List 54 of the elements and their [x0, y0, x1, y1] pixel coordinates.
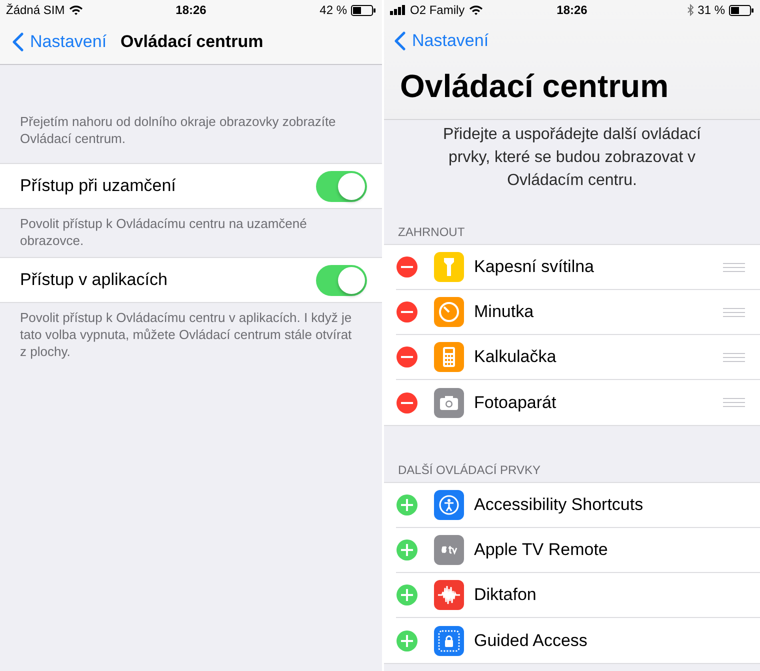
- control-label: Minutka: [474, 302, 535, 322]
- screen-title: Ovládací centrum: [399, 67, 670, 105]
- accessibility-icon: [434, 490, 464, 520]
- lock-icon: [434, 626, 464, 656]
- control-label: Kapesní svítilna: [474, 257, 596, 277]
- control-label: Diktafon: [474, 585, 538, 605]
- control-label: Kalkulačka: [474, 347, 558, 367]
- control-label: Fotoaparát: [474, 392, 558, 412]
- control-label: Apple TV Remote: [474, 540, 609, 560]
- carrier-name: Žádná SIM: [6, 3, 65, 17]
- section-header: ZAHRNOUT: [397, 224, 466, 241]
- calculator-icon: [434, 342, 464, 372]
- status-time: 18:26: [556, 3, 588, 17]
- back-chevron-icon: [12, 32, 24, 52]
- back-link[interactable]: Nastavení: [12, 32, 107, 52]
- toggle-switch[interactable]: [316, 264, 367, 296]
- add-button-icon[interactable]: [396, 630, 418, 652]
- remove-button-icon[interactable]: [396, 392, 418, 414]
- waveform-icon: [434, 580, 464, 610]
- screen-title: Ovládací centrum: [120, 32, 264, 52]
- wifi-icon: [468, 5, 483, 15]
- flashlight-icon: [434, 252, 464, 282]
- reorder-handle-icon[interactable]: [723, 398, 745, 407]
- reorder-handle-icon[interactable]: [723, 308, 745, 316]
- timer-icon: [434, 297, 464, 327]
- add-button-icon[interactable]: [396, 584, 418, 606]
- footer-note: Povolit přístup k Ovládacímu centru v aplikacích. I když je tato volba vypnuta, můžete Ovládací centrum stále otvírat z plochy.: [19, 309, 353, 360]
- setting-label: Přístup při uzamčení: [20, 176, 176, 196]
- toggle-switch[interactable]: [316, 170, 367, 202]
- control-label: Accessibility Shortcuts: [474, 495, 644, 515]
- battery-icon: [351, 4, 376, 16]
- footer-note: Povolit přístup k Ovládacímu centru na uzamčené obrazovce.: [19, 215, 308, 250]
- control-label: Guided Access: [474, 630, 588, 650]
- battery-icon: [729, 4, 754, 16]
- footer-note: Přejetím nahoru od dolního okraje obrazovky zobrazíte Ovládací centrum.: [19, 113, 337, 148]
- remove-button-icon[interactable]: [396, 301, 418, 323]
- remove-button-icon[interactable]: [396, 346, 418, 368]
- carrier-name: O2 Family: [410, 3, 465, 17]
- remove-button-icon[interactable]: [396, 256, 418, 278]
- reorder-handle-icon[interactable]: [723, 352, 745, 362]
- setting-label: Přístup v aplikacích: [20, 270, 168, 290]
- add-button-icon[interactable]: [396, 539, 418, 561]
- add-button-icon[interactable]: [396, 494, 418, 516]
- battery-percent: 31 %: [698, 3, 725, 17]
- description-text: Přidejte a uspořádejte další ovládací prvky, které se budou zobrazovat v Ovládacím centru.: [442, 125, 702, 191]
- section-header: DALŠÍ OVLÁDACÍ PRVKY: [397, 462, 542, 479]
- camera-icon: [434, 388, 464, 418]
- battery-percent: 42 %: [320, 3, 347, 17]
- reorder-handle-icon[interactable]: [723, 262, 745, 272]
- tv-icon: [434, 535, 464, 565]
- wifi-icon: [68, 5, 83, 15]
- back-chevron-icon: [394, 31, 406, 51]
- back-link[interactable]: Nastavení: [384, 20, 489, 52]
- status-time: 18:26: [176, 3, 206, 17]
